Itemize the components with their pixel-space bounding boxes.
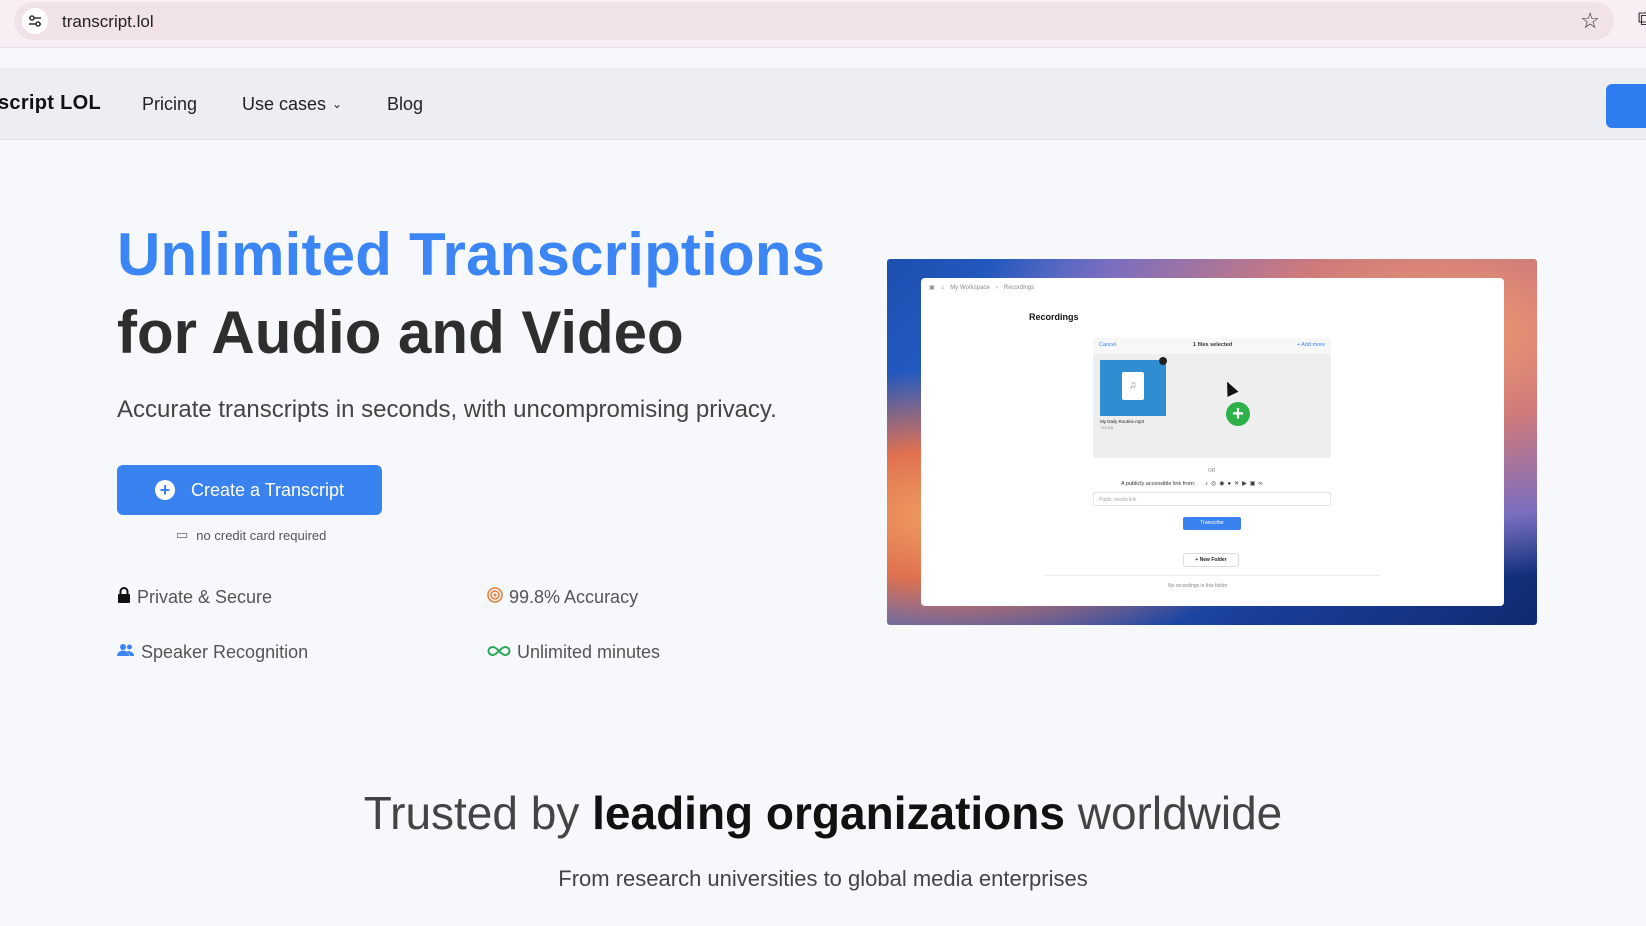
star-icon[interactable]: ☆ — [1580, 8, 1600, 34]
feature-private: Private & Secure — [117, 587, 272, 608]
no-card-icon: ▭ — [176, 527, 189, 542]
trusted-suffix: worldwide — [1077, 787, 1283, 839]
social-platform-icons: ♪◎◉●✕▶▣∞ — [1205, 481, 1266, 487]
remove-file-icon — [1159, 357, 1167, 365]
target-icon — [487, 587, 503, 608]
preview-app-window: ▣ ⌂ My Workspace › Recordings Recordings… — [921, 278, 1504, 606]
preview-selected-count: 1 files selected — [1193, 342, 1233, 348]
infinity-icon — [487, 644, 511, 662]
preview-transcribe-button: Transcribe — [1183, 517, 1241, 530]
home-icon: ⌂ — [940, 284, 945, 291]
sidebar-toggle-icon: ▣ — [929, 285, 935, 291]
chevron-down-icon: ⌄ — [332, 97, 343, 111]
add-plus-icon: + — [1226, 402, 1250, 426]
trusted-heading: Trusted by leading organizations worldwi… — [0, 786, 1646, 840]
trusted-subtitle: From research universities to global med… — [558, 866, 1088, 891]
preview-file-size: 710 KB — [1100, 425, 1114, 430]
feature-accuracy-label: 99.8% Accuracy — [509, 587, 639, 607]
trusted-prefix: Trusted by — [363, 787, 580, 839]
preview-recordings-title: Recordings — [1029, 312, 1079, 322]
tune-icon[interactable] — [22, 8, 48, 34]
feature-speaker-label: Speaker Recognition — [141, 642, 309, 662]
mouse-cursor-icon — [1221, 379, 1239, 397]
lock-icon — [117, 587, 131, 608]
breadcrumb-separator: › — [995, 284, 998, 291]
preview-add-more: + Add more — [1296, 342, 1325, 348]
no-credit-card-note: ▭ no credit card required — [176, 527, 326, 543]
nav-pricing[interactable]: Pricing — [142, 94, 197, 115]
nav-use-cases[interactable]: Use cases ⌄ — [242, 94, 342, 115]
preview-empty-text: No recordings in this folder — [1168, 583, 1228, 589]
music-file-icon: ♫ — [1122, 372, 1144, 400]
feature-accuracy: 99.8% Accuracy — [487, 587, 638, 608]
nav-cta-button[interactable] — [1606, 84, 1646, 128]
trusted-bold: leading organizations — [592, 787, 1065, 839]
breadcrumb-recordings: Recordings — [1003, 284, 1035, 291]
create-transcript-label: Create a Transcript — [190, 479, 345, 500]
nav-use-cases-label: Use cases — [242, 94, 327, 114]
feature-unlimited-label: Unlimited minutes — [517, 642, 661, 662]
product-preview-image: ▣ ⌂ My Workspace › Recordings Recordings… — [887, 259, 1537, 625]
create-transcript-button[interactable]: + Create a Transcript — [117, 465, 382, 515]
preview-upload-header: Cancel 1 files selected + Add more — [1093, 338, 1331, 354]
preview-upload-box: Cancel 1 files selected + Add more ♫ My … — [1093, 338, 1331, 458]
preview-file-name: My Daily Routine.mp3 — [1100, 419, 1145, 424]
preview-cancel: Cancel — [1099, 342, 1117, 348]
feature-private-label: Private & Secure — [137, 587, 273, 607]
browser-toolbar: transcript.lol ☆ ⧉ — [0, 0, 1646, 48]
hero-subtitle: Accurate transcripts in seconds, with un… — [117, 396, 777, 423]
breadcrumb-workspace: My Workspace — [950, 284, 990, 291]
preview-breadcrumb: ▣ ⌂ My Workspace › Recordings — [929, 284, 1040, 292]
url-text[interactable]: transcript.lol — [62, 12, 154, 32]
users-icon — [117, 643, 135, 662]
address-bar[interactable]: transcript.lol ☆ — [14, 2, 1614, 40]
preview-new-folder-button: + New Folder — [1183, 553, 1239, 567]
nav-blog[interactable]: Blog — [387, 94, 423, 115]
preview-divider — [1045, 575, 1380, 576]
preview-media-input: Public media link — [1093, 492, 1331, 506]
preview-or: OR — [1208, 468, 1216, 474]
preview-file-tile: ♫ — [1100, 360, 1166, 416]
brand-logo-text[interactable]: script LOL — [0, 92, 101, 115]
preview-link-label: A publicly accessible link from: — [1121, 481, 1196, 487]
site-nav: script LOL Pricing Use cases ⌄ Blog — [0, 68, 1646, 140]
plus-circle-icon: + — [154, 480, 175, 500]
hero-title-line2: for Audio and Video — [117, 299, 684, 366]
feature-unlimited: Unlimited minutes — [487, 642, 660, 663]
hero-title-line1: Unlimited Transcriptions — [117, 221, 826, 288]
feature-speaker: Speaker Recognition — [117, 642, 308, 663]
extensions-icon[interactable]: ⧉ — [1638, 8, 1646, 31]
no-credit-card-text: no credit card required — [196, 527, 327, 543]
